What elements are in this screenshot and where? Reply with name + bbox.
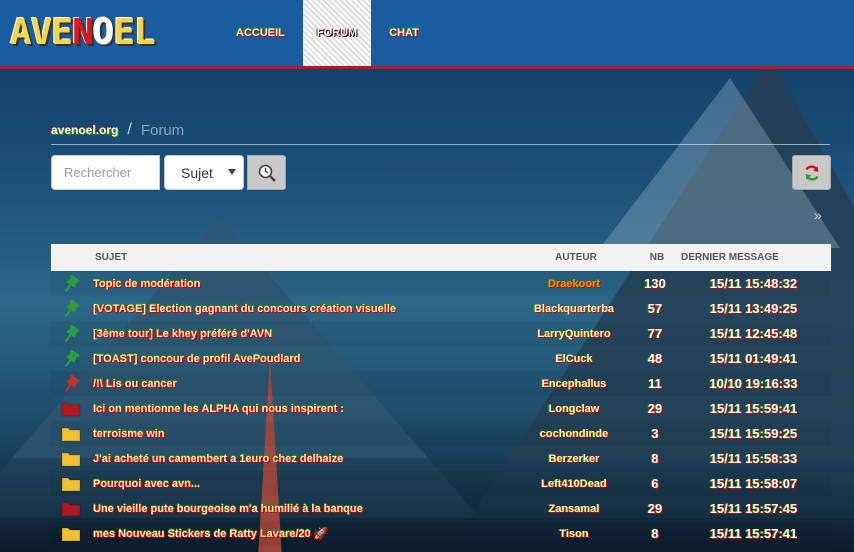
topic-last-message-link[interactable]: 15/11 15:59:41 [676, 401, 831, 416]
folder-yellow-icon [51, 451, 91, 467]
topic-author-link[interactable]: Blackquarterba [514, 303, 634, 315]
header-last-message[interactable]: DERNIER MESSAGE [678, 252, 836, 263]
topic-last-message-link[interactable]: 15/11 15:58:33 [676, 451, 831, 466]
pin-green-icon [51, 299, 91, 319]
table-row[interactable]: Une vieille pute bourgeoise m'a humilié … [51, 496, 831, 521]
topic-message-count: 57 [647, 301, 663, 316]
search-clock-icon [258, 164, 276, 182]
table-row[interactable]: [3ème tour] Le khey préféré d'AVN LarryQu… [51, 321, 831, 346]
pin-green-icon [51, 274, 91, 294]
topic-title-link[interactable]: Une vieille pute bourgeoise m'a humilié … [91, 503, 514, 515]
folder-yellow-icon [51, 526, 91, 542]
folder-red-icon [51, 501, 91, 517]
topic-message-count: 48 [647, 351, 663, 366]
topic-author-link[interactable]: Berzerker [514, 453, 634, 465]
nav-item-forum[interactable]: FORUM [302, 0, 372, 66]
table-row[interactable]: [VOTAGE] Election gagnant du concours cr… [51, 296, 831, 321]
topic-last-message-link[interactable]: 15/11 13:49:25 [676, 301, 831, 316]
site-logo[interactable]: AVENOEL [10, 12, 156, 53]
topic-title-link[interactable]: Ici on mentionne les ALPHA qui nous insp… [91, 403, 514, 415]
topic-message-count: 8 [651, 526, 659, 541]
topic-last-message-link[interactable]: 15/11 15:48:32 [676, 276, 831, 291]
table-row[interactable]: [TOAST] concour de profil AvePoudlard ElC… [51, 346, 831, 371]
topic-message-count: 6 [651, 476, 659, 491]
pin-green-icon [51, 324, 91, 344]
table-row[interactable]: J'ai acheté un camembert a 1euro chez de… [51, 446, 831, 471]
topic-author-link[interactable]: Longclaw [514, 403, 634, 415]
topic-author-link[interactable]: LarryQuintero [514, 328, 634, 340]
topic-last-message-link[interactable]: 15/11 15:57:41 [676, 526, 831, 541]
folder-yellow-icon [51, 426, 91, 442]
topic-title-link[interactable]: [VOTAGE] Election gagnant du concours cr… [91, 303, 514, 315]
topic-title-link[interactable]: mes Nouveau Stickers de Ratty Lavare/20 … [91, 527, 514, 540]
caret-down-icon [228, 169, 236, 175]
refresh-icon [804, 164, 819, 181]
main-nav: ACCUEIL FORUM CHAT [222, 0, 433, 66]
nav-item-accueil[interactable]: ACCUEIL [222, 0, 299, 66]
nav-item-label: CHAT [389, 27, 419, 39]
topic-title-link[interactable]: J'ai acheté un camembert a 1euro chez de… [91, 453, 514, 465]
topic-message-count: 11 [648, 376, 662, 391]
breadcrumb-separator: / [127, 121, 132, 138]
topic-title-link[interactable]: [TOAST] concour de profil AvePoudlard [91, 353, 514, 365]
folder-red-icon [51, 401, 91, 417]
topic-author-link[interactable]: Draekoort [514, 278, 634, 290]
topic-title-link[interactable]: /!\ Lis ou cancer [91, 378, 514, 390]
next-page-icon[interactable]: » [814, 207, 830, 223]
search-button[interactable] [247, 155, 286, 190]
header-nb[interactable]: NB [636, 252, 678, 263]
pin-red-icon [51, 374, 91, 394]
topics-table: SUJET AUTEUR NB DERNIER MESSAGE Topic de… [51, 244, 831, 546]
topic-author-link[interactable]: Tison [514, 528, 634, 540]
topic-author-link[interactable]: ElCuck [514, 353, 634, 365]
table-row[interactable]: Ici on mentionne les ALPHA qui nous insp… [51, 396, 831, 421]
topic-message-count: 29 [647, 501, 663, 516]
search-type-value: Sujet [181, 164, 213, 181]
refresh-button[interactable] [792, 155, 831, 190]
table-header: SUJET AUTEUR NB DERNIER MESSAGE [51, 244, 831, 271]
breadcrumb-current: Forum [140, 121, 185, 139]
table-row[interactable]: mes Nouveau Stickers de Ratty Lavare/20 … [51, 521, 831, 546]
folder-yellow-icon [51, 476, 91, 492]
nav-item-label: FORUM [316, 27, 358, 39]
topic-title-link[interactable]: Pourquoi avec avn... [91, 478, 514, 490]
top-navbar: AVENOEL ACCUEIL FORUM CHAT [0, 0, 854, 66]
topic-author-link[interactable]: cochondinde [514, 428, 634, 440]
header-author[interactable]: AUTEUR [516, 252, 636, 263]
topic-message-count: 3 [651, 426, 659, 441]
topic-last-message-link[interactable]: 15/11 15:58:07 [676, 476, 831, 491]
topic-last-message-link[interactable]: 15/11 12:45:48 [676, 326, 831, 341]
nav-item-label: ACCUEIL [236, 27, 285, 39]
topic-last-message-link[interactable]: 15/11 15:57:45 [676, 501, 831, 516]
header-subject[interactable]: SUJET [91, 252, 516, 263]
header-divider [0, 66, 854, 69]
topic-last-message-link[interactable]: 10/10 19:16:33 [676, 376, 831, 391]
topic-author-link[interactable]: Left410Dead [514, 478, 634, 490]
topic-message-count: 130 [644, 276, 666, 291]
topic-last-message-link[interactable]: 15/11 01:49:41 [676, 351, 831, 366]
breadcrumb-home-link[interactable]: avenoel.org [51, 123, 118, 137]
topic-message-count: 8 [651, 451, 659, 466]
topic-message-count: 29 [647, 401, 663, 416]
search-input[interactable] [51, 155, 160, 190]
table-body: Topic de modération Draekoort 130 15/11 15:… [51, 271, 831, 546]
table-row[interactable]: Topic de modération Draekoort 130 15/11 15:… [51, 271, 831, 296]
topic-message-count: 77 [647, 326, 663, 341]
topic-last-message-link[interactable]: 15/11 15:59:25 [676, 426, 831, 441]
topic-title-link[interactable]: terroisme win [91, 428, 514, 440]
nav-item-chat[interactable]: CHAT [375, 0, 433, 66]
table-row[interactable]: terroisme win cochondinde 3 15/11 15:59:25 [51, 421, 831, 446]
search-type-select[interactable]: Sujet [164, 155, 244, 190]
table-row[interactable]: Pourquoi avec avn... Left410Dead 6 15/11 15… [51, 471, 831, 496]
topic-title-link[interactable]: Topic de modération [91, 278, 514, 290]
topic-title-link[interactable]: [3ème tour] Le khey préféré d'AVN [91, 328, 514, 340]
breadcrumb: avenoel.org / Forum [51, 116, 830, 145]
topic-author-link[interactable]: Encephallus [514, 378, 634, 390]
pin-green-icon [51, 349, 91, 369]
table-row[interactable]: /!\ Lis ou cancer Encephallus 11 10/10 19:1… [51, 371, 831, 396]
topic-author-link[interactable]: Zansamal [514, 503, 634, 515]
